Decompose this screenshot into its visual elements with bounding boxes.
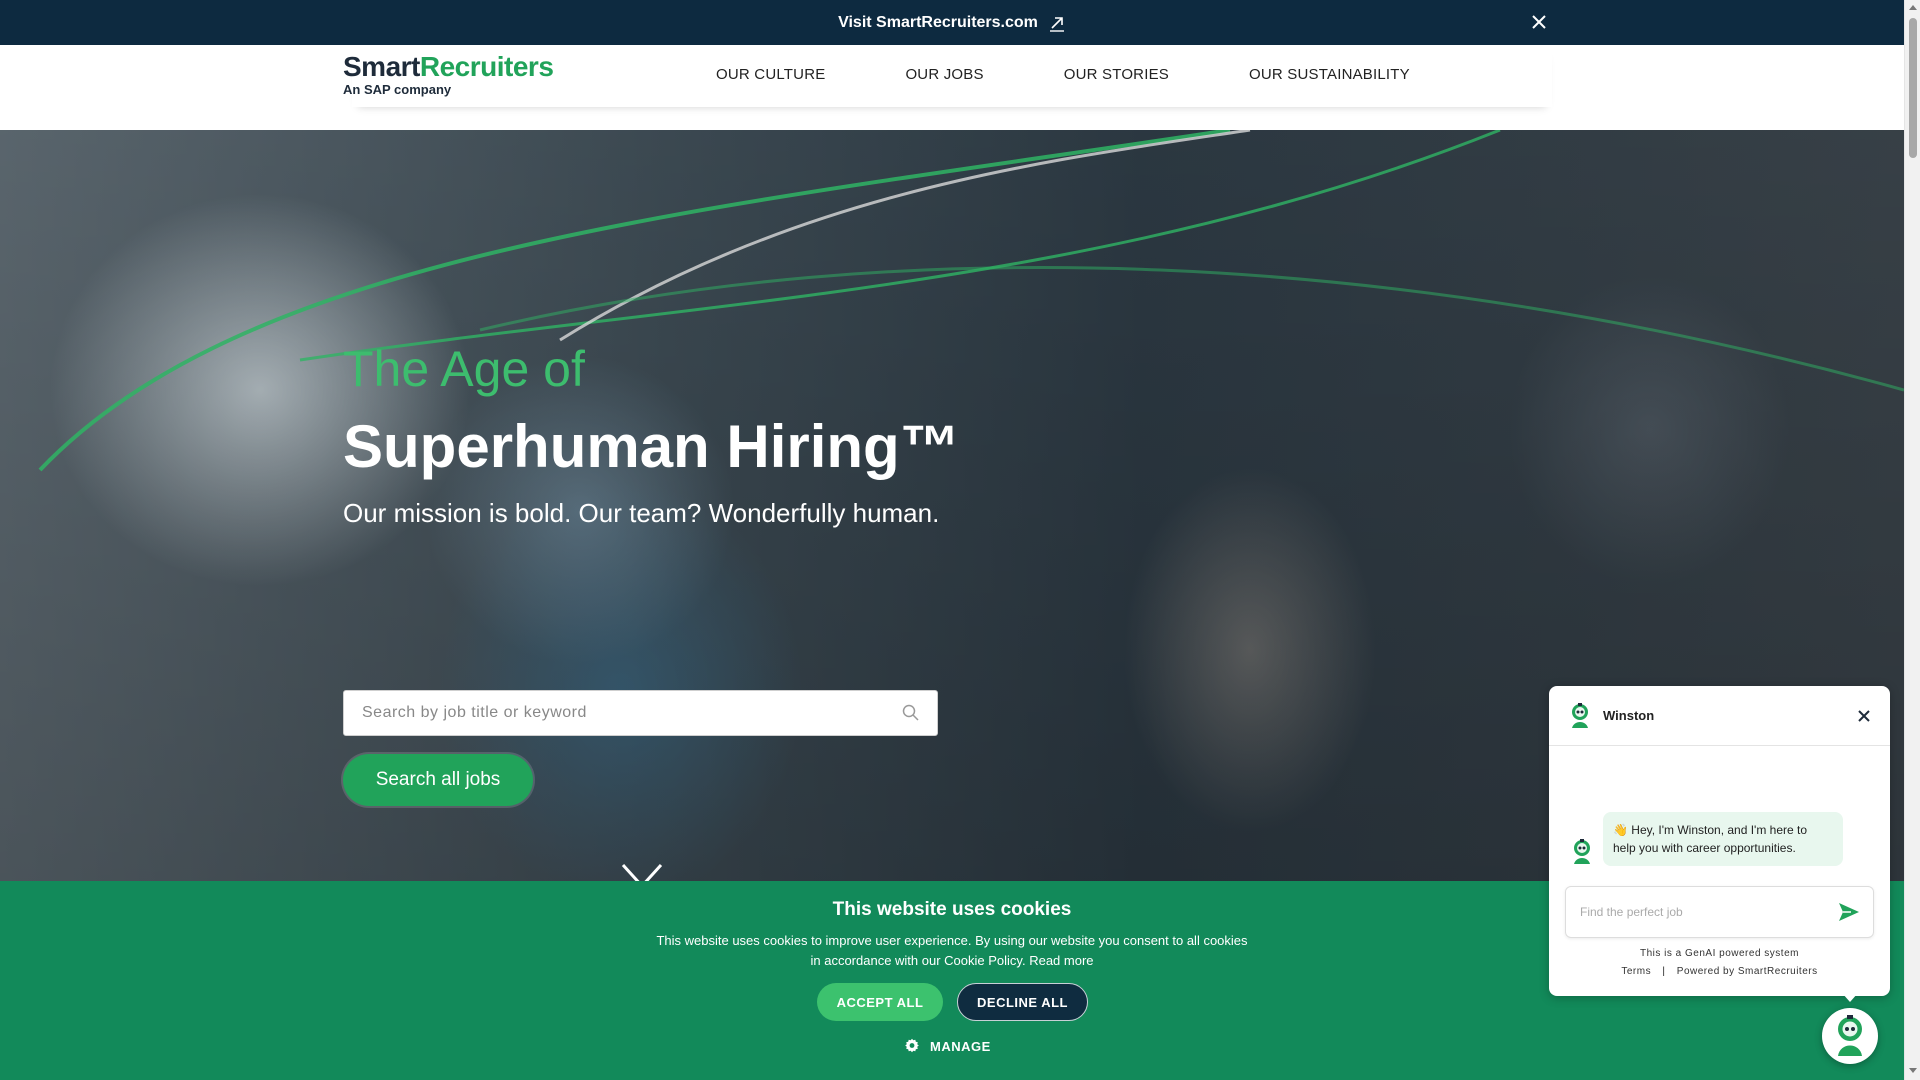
- page-scrollbar[interactable]: [1904, 0, 1920, 1080]
- hero-title: Superhuman Hiring™: [343, 413, 960, 480]
- hero-subtitle: Our mission is bold. Our team? Wonderful…: [343, 498, 940, 528]
- scroll-up-arrow[interactable]: [1909, 5, 1917, 10]
- nav-menu: OUR CULTURE OUR JOBS OUR STORIES OUR SUS…: [716, 66, 1410, 83]
- hero-content: The Age of Superhuman Hiring™ Our missio…: [343, 340, 960, 529]
- smartrecruiters-logo[interactable]: SmartRecruiters An SAP company: [343, 51, 554, 98]
- scroll-down-arrow[interactable]: [1909, 1068, 1917, 1073]
- job-search-box: [343, 690, 938, 736]
- main-navigation: [0, 45, 1904, 130]
- nav-item-our-sustainability[interactable]: OUR SUSTAINABILITY: [1249, 66, 1410, 83]
- search-icon[interactable]: [901, 703, 921, 723]
- nav-item-our-jobs[interactable]: OUR JOBS: [905, 66, 983, 83]
- send-icon[interactable]: [1837, 900, 1861, 924]
- visit-smartrecruiters-link[interactable]: Visit SmartRecruiters.com: [838, 14, 1066, 32]
- nav-item-our-culture[interactable]: OUR CULTURE: [716, 66, 825, 83]
- gear-icon: [905, 1038, 919, 1053]
- close-icon[interactable]: [1528, 11, 1550, 33]
- chat-widget: Winston 👋 Hey, I'm Winston, and I'm here…: [1549, 686, 1890, 996]
- search-all-jobs-button[interactable]: Search all jobs: [343, 754, 533, 806]
- accept-all-button[interactable]: ACCEPT ALL: [817, 983, 943, 1021]
- robot-avatar-icon: [1838, 1015, 1862, 1056]
- footer-separator: |: [1662, 966, 1666, 977]
- logo-wordmark: SmartRecruiters: [343, 51, 554, 82]
- chat-footer: Terms | Powered by SmartRecruiters: [1549, 966, 1890, 977]
- chat-message-bubble: 👋 Hey, I'm Winston, and I'm here to help…: [1603, 812, 1843, 866]
- cookie-text: This website uses cookies to improve use…: [650, 931, 1254, 971]
- scrollbar-thumb[interactable]: [1909, 18, 1917, 158]
- decline-all-button[interactable]: DECLINE ALL: [957, 983, 1088, 1021]
- chat-launcher-button[interactable]: [1822, 1008, 1878, 1064]
- external-link-icon: [1049, 16, 1064, 32]
- chat-tail: [1842, 993, 1858, 1002]
- nav-item-our-stories[interactable]: OUR STORIES: [1064, 66, 1169, 83]
- job-search-input[interactable]: [360, 703, 901, 723]
- chat-disclaimer: This is a GenAI powered system: [1640, 948, 1799, 959]
- chat-header: Winston: [1549, 686, 1890, 746]
- logo-tagline: An SAP company: [343, 82, 452, 97]
- robot-avatar-icon: [1574, 839, 1590, 864]
- chat-input[interactable]: [1578, 904, 1837, 920]
- chat-bot-name: Winston: [1603, 708, 1655, 723]
- visit-link-label: Visit SmartRecruiters.com: [838, 13, 1038, 31]
- cookie-description: This website uses cookies to improve use…: [656, 933, 1248, 968]
- top-banner: Visit SmartRecruiters.com: [0, 0, 1904, 45]
- hero-eyebrow: The Age of: [343, 341, 585, 397]
- chat-input-box: [1565, 886, 1874, 938]
- manage-cookies-button[interactable]: MANAGE: [904, 1038, 991, 1054]
- read-more-link[interactable]: Read more: [1029, 953, 1093, 968]
- chat-message-row: 👋 Hey, I'm Winston, and I'm here to help…: [1569, 812, 1843, 866]
- manage-label: MANAGE: [930, 1038, 991, 1054]
- chat-terms-link[interactable]: Terms: [1621, 966, 1651, 977]
- powered-by-link[interactable]: Powered by SmartRecruiters: [1677, 966, 1818, 977]
- close-icon[interactable]: [1856, 708, 1872, 724]
- robot-avatar-icon: [1572, 702, 1588, 728]
